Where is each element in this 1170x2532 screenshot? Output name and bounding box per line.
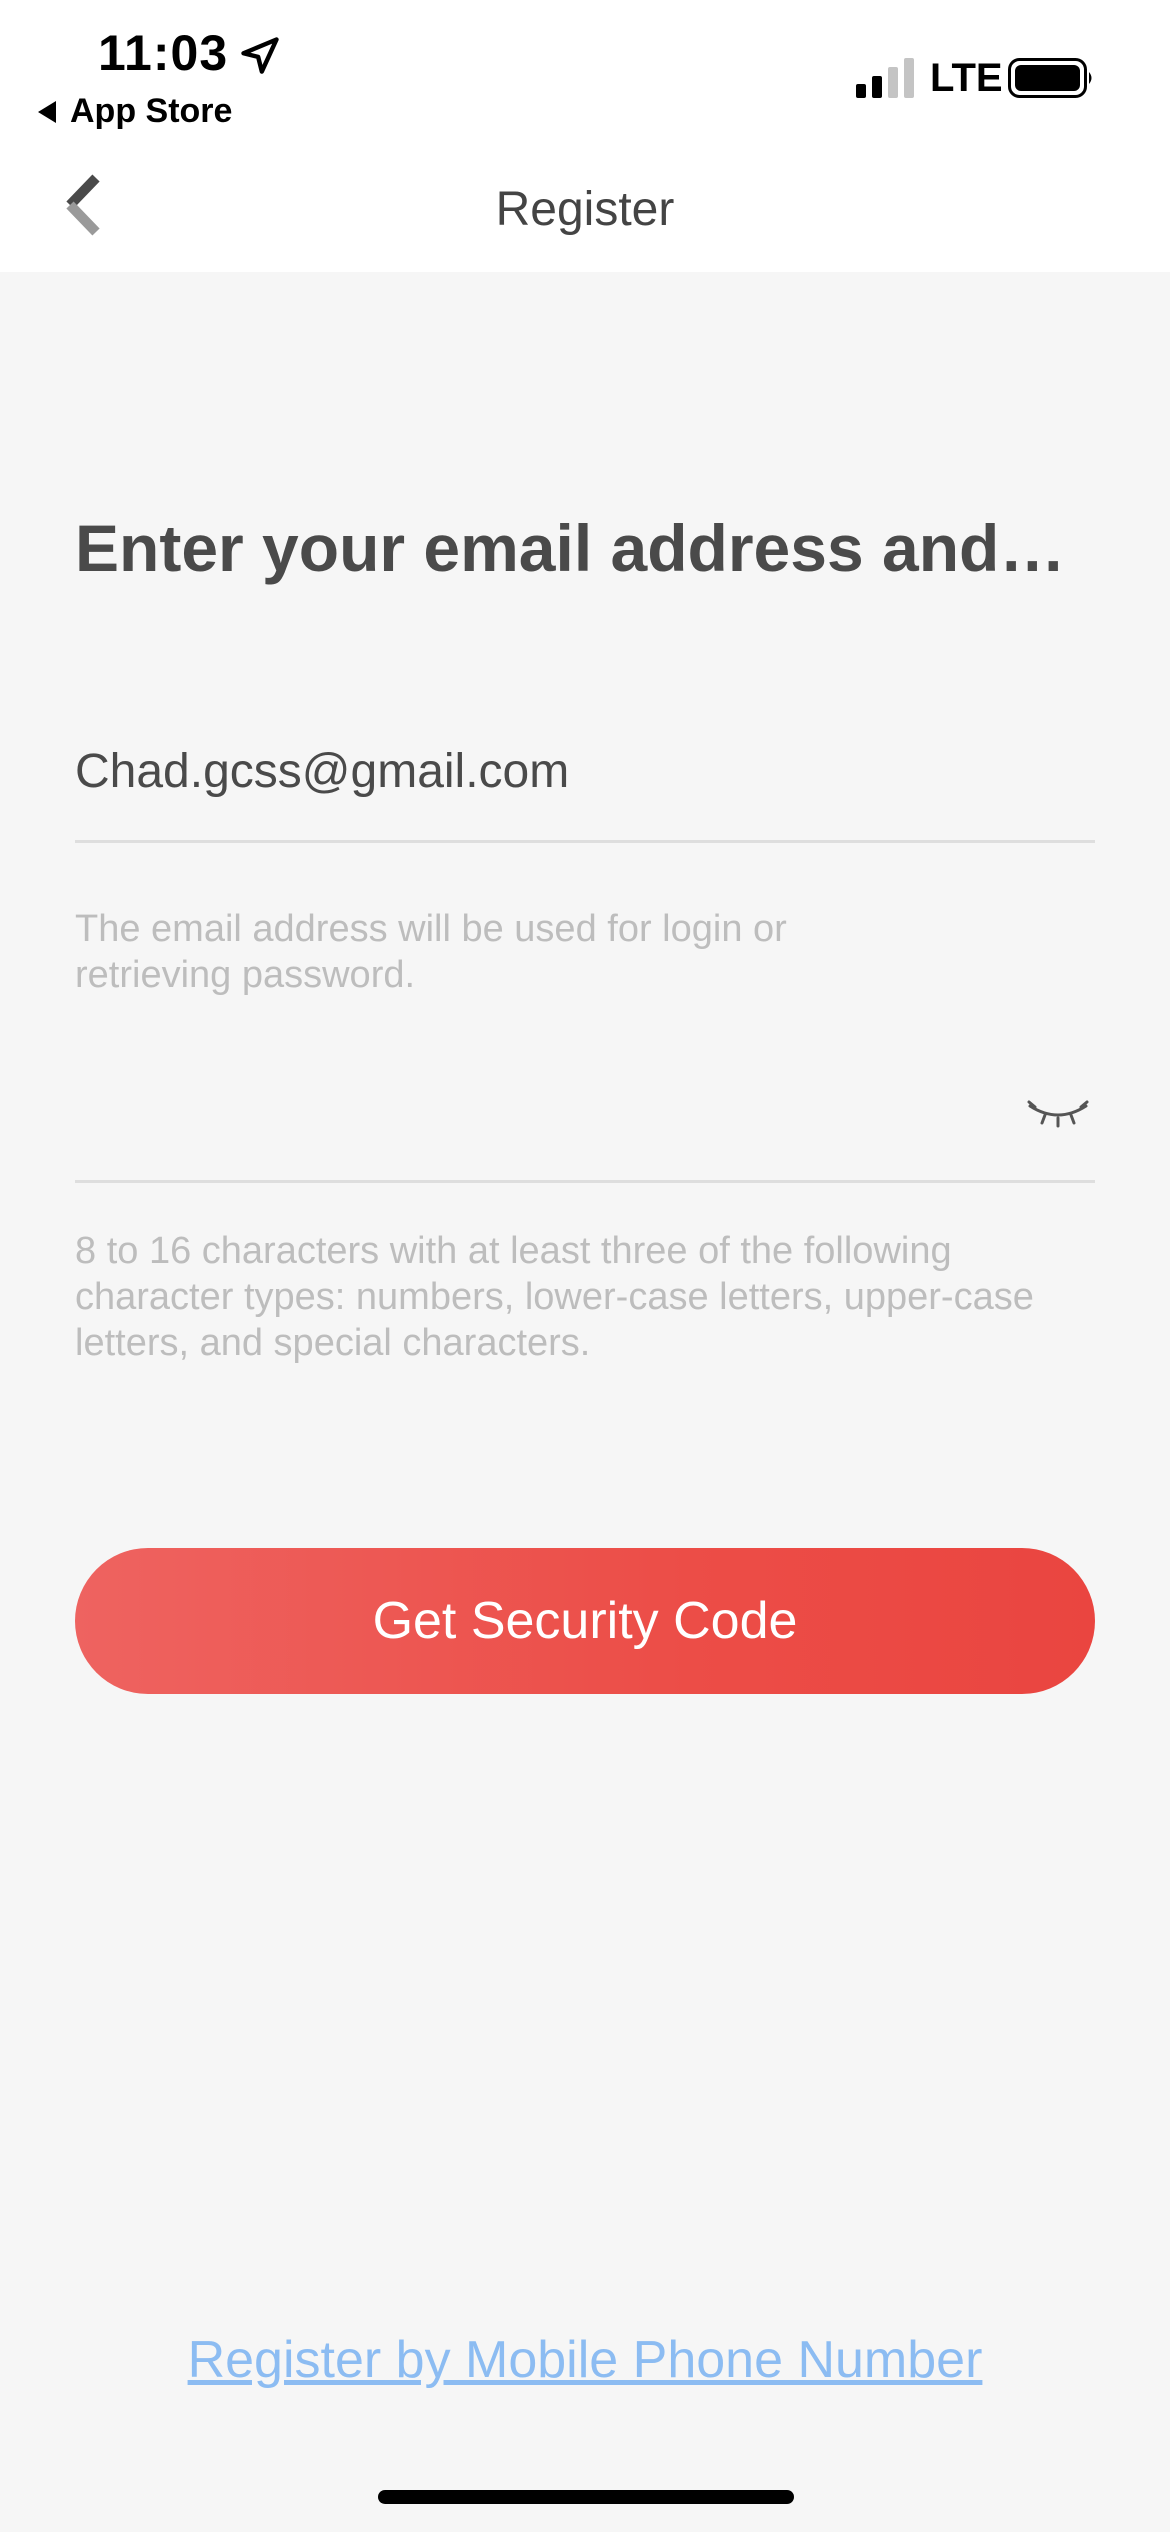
password-field[interactable] [75, 1070, 1095, 1183]
status-time: 11:03 [98, 25, 229, 81]
battery-icon [1008, 58, 1092, 98]
home-indicator [378, 2490, 794, 2504]
location-arrow-icon [241, 37, 279, 74]
nav-bar: Register [0, 150, 1170, 272]
back-to-app-store[interactable]: App Store [38, 92, 232, 131]
back-app-label: App Store [70, 92, 233, 130]
register-by-phone-link[interactable]: Register by Mobile Phone Number [0, 2330, 1170, 2390]
back-triangle-icon [38, 100, 56, 123]
page-title: Register [495, 183, 675, 236]
email-hint: The email address will be used for login… [75, 908, 787, 996]
get-security-code-button[interactable]: Get Security Code [75, 1548, 1095, 1694]
status-bar: 11:03 App Store LTE [0, 0, 1170, 150]
password-input[interactable] [75, 1090, 979, 1152]
closed-eye-icon[interactable] [1027, 1098, 1089, 1128]
signal-bars-icon [856, 58, 914, 98]
form-heading: Enter your email address and… [75, 511, 1066, 585]
email-field[interactable] [75, 730, 1095, 843]
password-hint: 8 to 16 characters with at least three o… [75, 1230, 1034, 1364]
email-input[interactable] [75, 744, 1075, 799]
network-type: LTE [930, 56, 1003, 100]
